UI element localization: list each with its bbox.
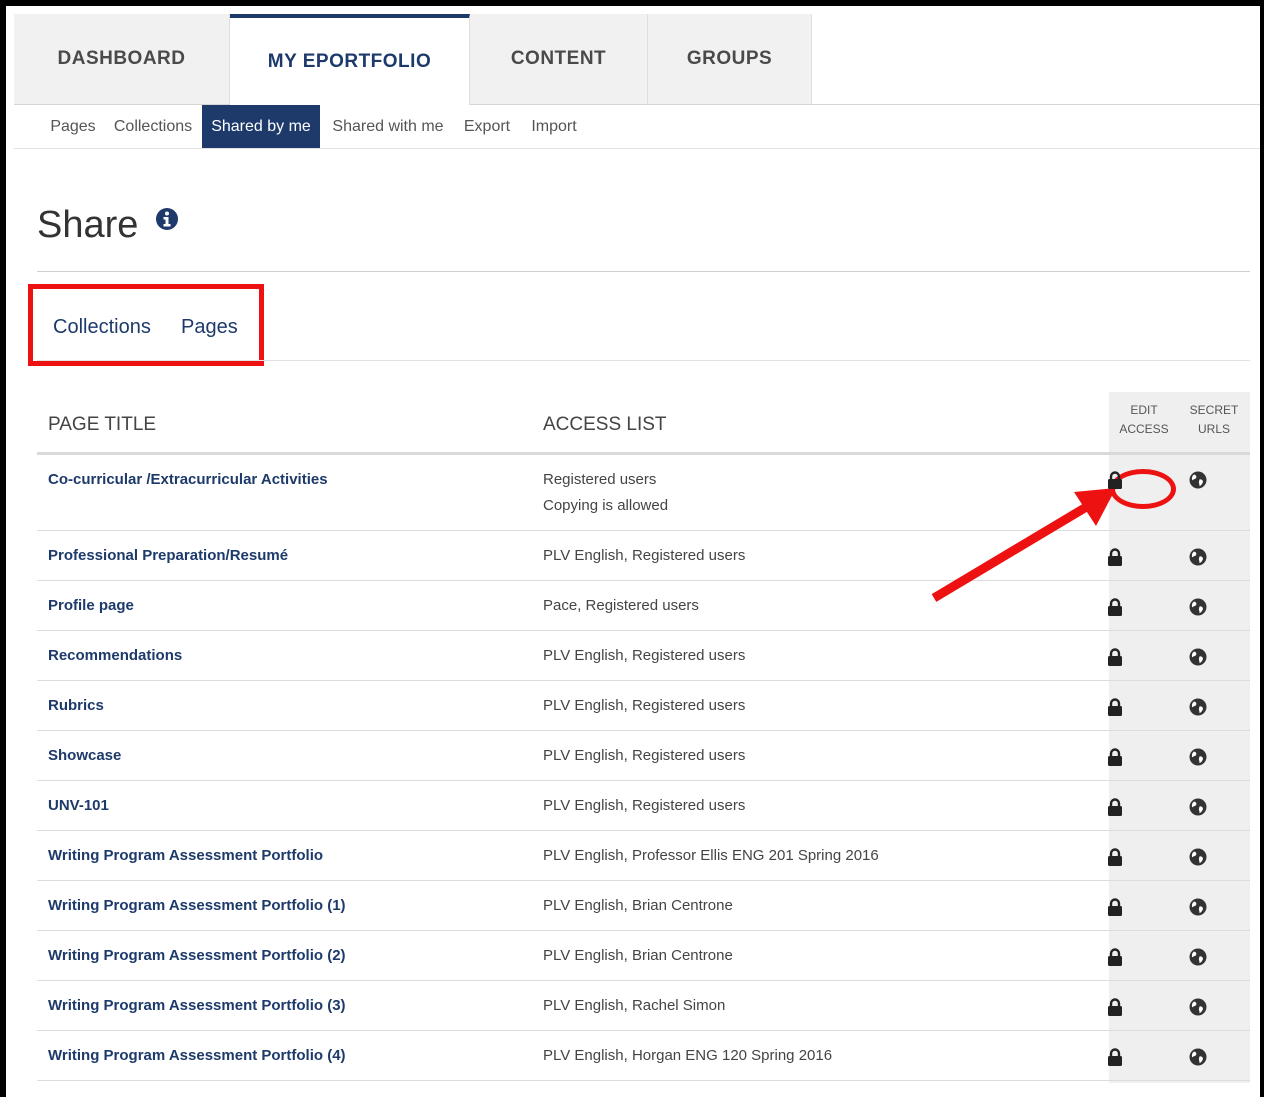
row-access-list: PLV English, Brian Centrone [543,947,733,964]
lock-icon[interactable] [1107,948,1123,966]
app-window: DASHBOARD MY EPORTFOLIO CONTENT GROUPS P… [6,6,1260,1097]
globe-icon[interactable] [1189,948,1207,966]
subnav-collections[interactable]: Collections [108,105,198,148]
subnav-import[interactable]: Import [524,105,584,148]
row-page-title-link[interactable]: Writing Program Assessment Portfolio (1) [48,897,346,914]
row-page-title-link[interactable]: Professional Preparation/Resumé [48,547,288,564]
table-row: Showcase PLV English, Registered users [37,731,1250,781]
row-page-title-link[interactable]: Rubrics [48,697,104,714]
column-header-secret-urls: SECRET URLS [1179,401,1249,439]
subnav-pages[interactable]: Pages [46,105,100,148]
table-row: Writing Program Assessment Portfolio (2)… [37,931,1250,981]
row-access-list: PLV English, Registered users [543,547,746,564]
secret-header-line2: URLS [1197,422,1230,436]
lock-icon[interactable] [1107,998,1123,1016]
row-page-title-link[interactable]: Writing Program Assessment Portfolio [48,847,323,864]
lock-icon[interactable] [1107,848,1123,866]
lock-icon[interactable] [1107,598,1123,616]
subnav-shared-by-me[interactable]: Shared by me [202,105,320,148]
lock-icon[interactable] [1107,471,1123,489]
row-page-title-link[interactable]: Writing Program Assessment Portfolio (2) [48,947,346,964]
tab-groups[interactable]: GROUPS [648,14,812,104]
globe-icon[interactable] [1189,998,1207,1016]
row-access-list: Registered users Copying is allowed [543,467,668,519]
row-page-title-link[interactable]: Profile page [48,597,134,614]
row-access-list: PLV English, Registered users [543,747,746,764]
main-nav: DASHBOARD MY EPORTFOLIO CONTENT GROUPS [14,14,1260,105]
share-tabs-divider [37,360,1250,361]
tab-dashboard[interactable]: DASHBOARD [14,14,230,104]
globe-icon[interactable] [1189,898,1207,916]
row-page-title-link[interactable]: Writing Program Assessment Portfolio (4) [48,1047,346,1064]
subnav-shared-with-me[interactable]: Shared with me [326,105,450,148]
row-access-list: PLV English, Registered users [543,797,746,814]
edit-header-line1: EDIT [1130,403,1158,417]
globe-icon[interactable] [1189,848,1207,866]
row-access-note: Copying is allowed [543,497,669,514]
tab-content[interactable]: CONTENT [470,14,648,104]
row-access-list: PLV English, Rachel Simon [543,997,726,1014]
share-tab-collections[interactable]: Collections [53,316,151,339]
column-header-page-title: PAGE TITLE [48,414,157,435]
table-row: Rubrics PLV English, Registered users [37,681,1250,731]
globe-icon[interactable] [1189,598,1207,616]
row-page-title-link[interactable]: UNV-101 [48,797,109,814]
row-access-list: Pace, Registered users [543,597,699,614]
sub-nav: Pages Collections Shared by me Shared wi… [14,105,1260,149]
row-page-title-link[interactable]: Recommendations [48,647,182,664]
globe-icon[interactable] [1189,798,1207,816]
globe-icon[interactable] [1189,648,1207,666]
table-row: Writing Program Assessment Portfolio (3)… [37,981,1250,1031]
lock-icon[interactable] [1107,648,1123,666]
lock-icon[interactable] [1107,698,1123,716]
column-header-edit-access: EDIT ACCESS [1109,401,1179,439]
annotation-arrow [931,488,1116,602]
page-title: Share [37,204,139,246]
row-access-value: Registered users [543,471,657,488]
globe-icon[interactable] [1189,1048,1207,1066]
row-access-list: PLV English, Horgan ENG 120 Spring 2016 [543,1047,833,1064]
row-access-list: PLV English, Brian Centrone [543,897,733,914]
edit-header-line2: ACCESS [1119,422,1169,436]
globe-icon[interactable] [1189,471,1207,489]
lock-icon[interactable] [1107,798,1123,816]
lock-icon[interactable] [1107,898,1123,916]
row-page-title-link[interactable]: Writing Program Assessment Portfolio (3) [48,997,346,1014]
globe-icon[interactable] [1189,548,1207,566]
table-row: UNV-101 PLV English, Registered users [37,781,1250,831]
table-row: Writing Program Assessment Portfolio PLV … [37,831,1250,881]
row-page-title-link[interactable]: Co-curricular /Extracurricular Activitie… [48,471,328,488]
row-access-list: PLV English, Registered users [543,647,746,664]
table-row: Writing Program Assessment Portfolio (4)… [37,1031,1250,1081]
subnav-export[interactable]: Export [458,105,516,148]
row-access-list: PLV English, Registered users [543,697,746,714]
secret-header-line1: SECRET [1189,403,1239,417]
table-row: Recommendations PLV English, Registered u… [37,631,1250,681]
row-access-list: PLV English, Professor Ellis ENG 201 Spr… [543,847,879,864]
globe-icon[interactable] [1189,748,1207,766]
title-divider [37,271,1250,272]
lock-icon[interactable] [1107,548,1123,566]
share-tab-pages[interactable]: Pages [181,316,238,339]
globe-icon[interactable] [1189,698,1207,716]
tab-my-eportfolio[interactable]: MY EPORTFOLIO [230,14,470,105]
lock-icon[interactable] [1107,748,1123,766]
lock-icon[interactable] [1107,1048,1123,1066]
row-page-title-link[interactable]: Showcase [48,747,121,764]
info-icon[interactable] [155,207,179,231]
table-row: Writing Program Assessment Portfolio (1)… [37,881,1250,931]
column-header-access-list: ACCESS LIST [543,414,667,435]
